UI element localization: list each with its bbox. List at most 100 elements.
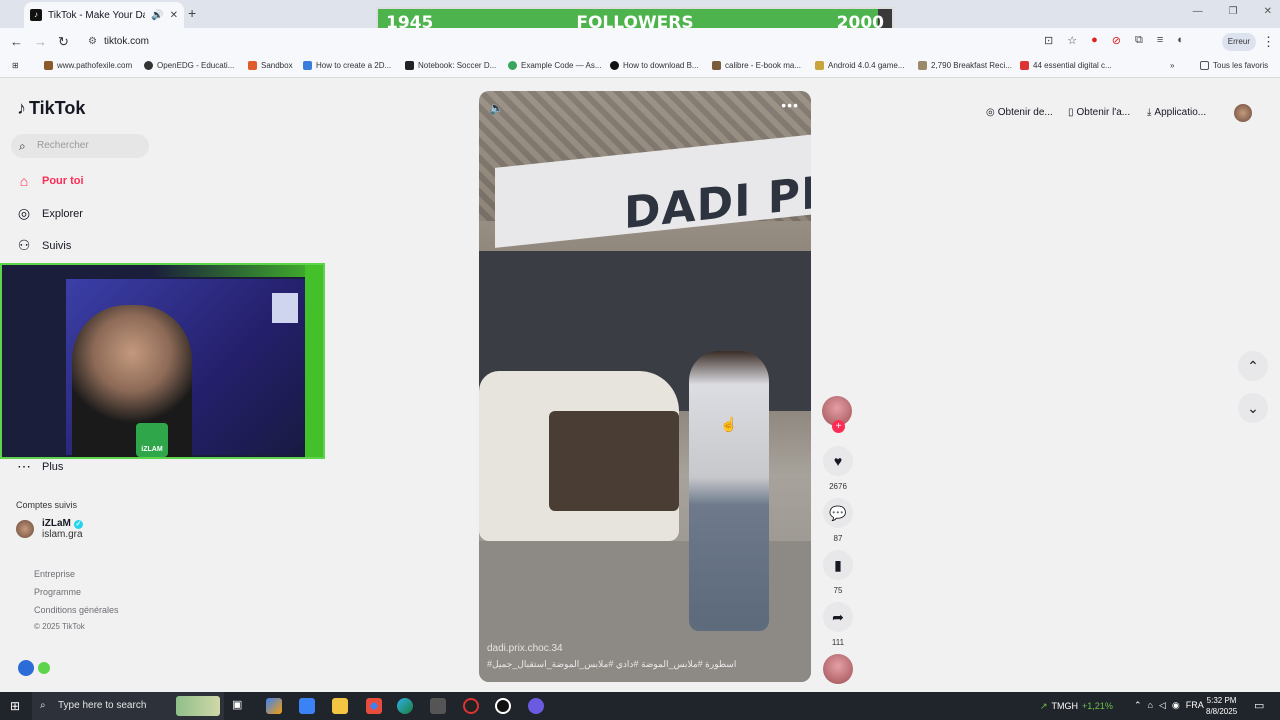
reload-icon[interactable]: ↻ [58,34,69,50]
volume-icon[interactable]: 🔈 [489,101,504,115]
profile-avatar[interactable] [1234,104,1252,122]
heart-icon: ♥ [823,446,853,476]
extension-badge-icon[interactable] [18,660,34,676]
maximize-icon[interactable]: ❐ [1229,6,1238,17]
clock[interactable]: 5:32 PM 8/8/2025 [1206,695,1237,717]
copilot-icon[interactable] [266,698,282,714]
bookmark-item[interactable]: Notebook: Soccer D... [405,61,496,70]
more-options-icon[interactable]: ••• [781,97,799,113]
nav-more[interactable]: ⋯ Plus [16,458,63,475]
extension-block-icon[interactable]: ⊘ [1112,34,1121,47]
video-author[interactable]: dadi.prix.choc.34 [487,643,563,654]
browser-tab[interactable]: ♪ TikTok - Make Your Day 🔊 ✕ [24,2,184,28]
tray-chevron-icon[interactable]: ⌃ [1134,700,1142,711]
app-icon[interactable] [430,698,446,714]
app-icon[interactable] [528,698,544,714]
volume-icon[interactable]: ◁ [1159,700,1166,711]
nav-label: Explorer [42,207,83,220]
install-app-icon[interactable]: ⊡ [1044,34,1053,47]
tray-app-icon[interactable]: ◉ [1172,700,1180,711]
save-count: 75 [833,586,843,595]
like-button[interactable]: ♥ 2676 [822,446,854,491]
get-coins-link[interactable]: ◎ Obtenir de... [986,107,1053,118]
mouse-cursor-icon: ☝ [720,416,738,432]
tab-close-icon[interactable]: ✕ [170,10,178,21]
previous-video-button[interactable]: ⌃ [1238,351,1268,381]
stock-widget[interactable]: ↗ TMGH +1,21% [1040,701,1113,712]
next-video-button[interactable]: ⌄ [1238,393,1268,423]
like-count: 2676 [829,482,847,491]
video-hashtags[interactable]: #اسطورة #ملابس_الموضة #دادي #ملابس_الموض… [487,659,736,670]
nav-following[interactable]: ⚇ Suivis [16,237,72,254]
comment-count: 87 [833,534,843,543]
nav-for-you[interactable]: ⌂ Pour toi [16,173,84,189]
url-text: tiktok.com [104,36,150,47]
menu-icon[interactable]: ⋮ [1262,34,1275,50]
minimize-icon[interactable]: — [1193,6,1203,17]
bookmark-item[interactable]: Sandbox [248,61,293,70]
all-bookmarks[interactable]: Tous les favoris [1200,61,1268,70]
windows-taskbar: ⊞ ⌕ Type here to search ▣ ↗ TMGH +1,21% … [0,692,1280,720]
error-button[interactable]: Erreur [1221,33,1256,51]
comment-button[interactable]: 💬 87 [822,498,854,543]
power-icon[interactable] [38,662,50,674]
window-close-icon[interactable]: ✕ [1264,6,1272,17]
follow-plus-icon[interactable]: + [832,420,845,433]
app-icon[interactable] [495,698,511,714]
chevron-up-icon: ⌃ [1247,358,1259,374]
header-link-label: Obtenir l'a... [1076,107,1131,118]
profile-icon[interactable]: ◐ [1177,34,1184,47]
footer-terms-link[interactable]: Conditions générales [34,605,119,615]
extension-red-icon[interactable]: ● [1091,34,1098,47]
video-player[interactable]: DADI PR 🔈 ••• dadi.prix.choc.34 #اسطورة … [479,91,811,682]
language-indicator[interactable]: FRA [1186,700,1204,711]
more-bookmarks-icon[interactable]: » [1170,61,1174,70]
chrome-icon[interactable] [366,698,382,714]
followed-user-handle: islam.gra [42,529,83,540]
extension-badges [18,660,50,676]
task-view-icon[interactable]: ▣ [232,698,248,714]
edge-icon[interactable] [397,698,413,714]
back-icon[interactable]: ← [10,34,23,49]
nav-explore[interactable]: ◎ Explorer [16,205,83,222]
network-icon[interactable]: ⌂ [1148,700,1153,711]
windows-start-icon[interactable]: ⊞ [10,699,20,713]
nav-label: Pour toi [42,175,84,187]
forward-icon[interactable]: → [34,34,47,49]
tab-mute-icon[interactable]: 🔊 [151,10,163,21]
bookmark-item[interactable]: OpenEDG - Educati... [144,61,234,70]
notification-icon[interactable]: ▭ [1254,699,1264,712]
application-link[interactable]: ⤓ Applicatio... [1147,107,1206,118]
bookmark-item[interactable]: 2,790 Breakfast Reci... [918,61,1012,70]
taskbar-search-input[interactable]: ⌕ Type here to search [32,692,224,720]
save-button[interactable]: ▮ 75 [822,550,854,595]
new-tab-icon[interactable]: + [188,5,196,21]
bookmark-item[interactable]: How to download B... [610,61,699,70]
bookmark-item[interactable]: www.pathofexile.com [44,61,132,70]
followed-account-item[interactable]: iZLaM ✓ islam.gra [16,518,83,540]
music-disc-avatar[interactable] [823,654,853,684]
bookmark-item[interactable]: How to create a 2D... [303,61,391,70]
store-icon[interactable] [299,698,315,714]
media-controls-icon[interactable]: ≡ [1157,34,1163,47]
file-explorer-icon[interactable] [332,698,348,714]
search-input[interactable]: ⌕ Rechercher [11,134,149,158]
share-button[interactable]: ➦ 111 [822,602,854,647]
url-input[interactable]: ⚙ tiktok.com [80,31,1090,53]
site-info-icon[interactable]: ⚙ [88,31,97,53]
tiktok-logo[interactable]: ♪ TikTok [17,98,85,119]
video-scene-person [689,351,769,631]
bookmark-item[interactable]: Example Code — As... [508,61,601,70]
get-app-link[interactable]: ▯ Obtenir l'a... [1068,107,1130,118]
bookmark-star-icon[interactable]: ☆ [1067,34,1077,47]
extensions-icon[interactable]: ⧉ [1135,34,1143,47]
obs-icon[interactable] [463,698,479,714]
bookmark-item[interactable]: 44 essential digital c... [1020,61,1112,70]
footer-program-link[interactable]: Programme [34,587,81,597]
footer-company-link[interactable]: Entreprise [34,569,75,579]
apps-grid-icon[interactable]: ⊞ [12,61,19,70]
address-bar-row: ← → ↻ ⚙ tiktok.com ⊡ ☆ ● ⊘ ⧉ ≡ ◐ Erreur … [0,28,1280,56]
bookmark-item[interactable]: Android 4.0.4 game... [815,61,905,70]
bookmark-item[interactable]: calibre - E-book ma... [712,61,801,70]
download-icon: ⤓ [1147,107,1152,118]
